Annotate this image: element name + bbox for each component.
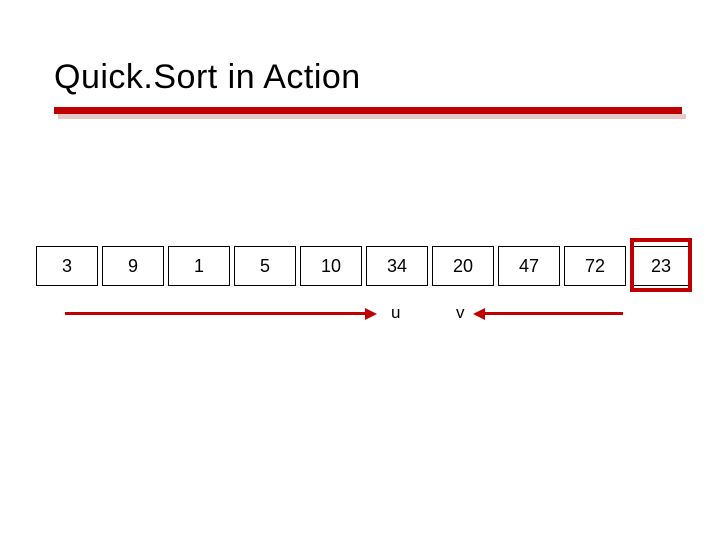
u-pointer-label: u — [391, 303, 400, 323]
array-cell: 1 — [168, 246, 230, 286]
array-row: 3 9 1 5 10 34 20 47 72 23 — [36, 246, 692, 286]
array-cell: 23 — [630, 246, 692, 286]
u-arrow-head-icon — [365, 308, 377, 320]
v-arrow-line — [485, 312, 623, 315]
array-cell: 47 — [498, 246, 560, 286]
array-cell: 72 — [564, 246, 626, 286]
slide-title: Quick.Sort in Action — [54, 58, 672, 97]
array-cell: 9 — [102, 246, 164, 286]
array-cell: 20 — [432, 246, 494, 286]
array-cell: 5 — [234, 246, 296, 286]
u-arrow-line — [65, 312, 365, 315]
v-pointer-label: v — [456, 303, 465, 323]
array-cell: 34 — [366, 246, 428, 286]
title-divider — [54, 107, 672, 123]
array-cell: 10 — [300, 246, 362, 286]
array-cell: 3 — [36, 246, 98, 286]
pointer-arrows: u v — [0, 290, 720, 350]
v-arrow-head-icon — [473, 308, 485, 320]
